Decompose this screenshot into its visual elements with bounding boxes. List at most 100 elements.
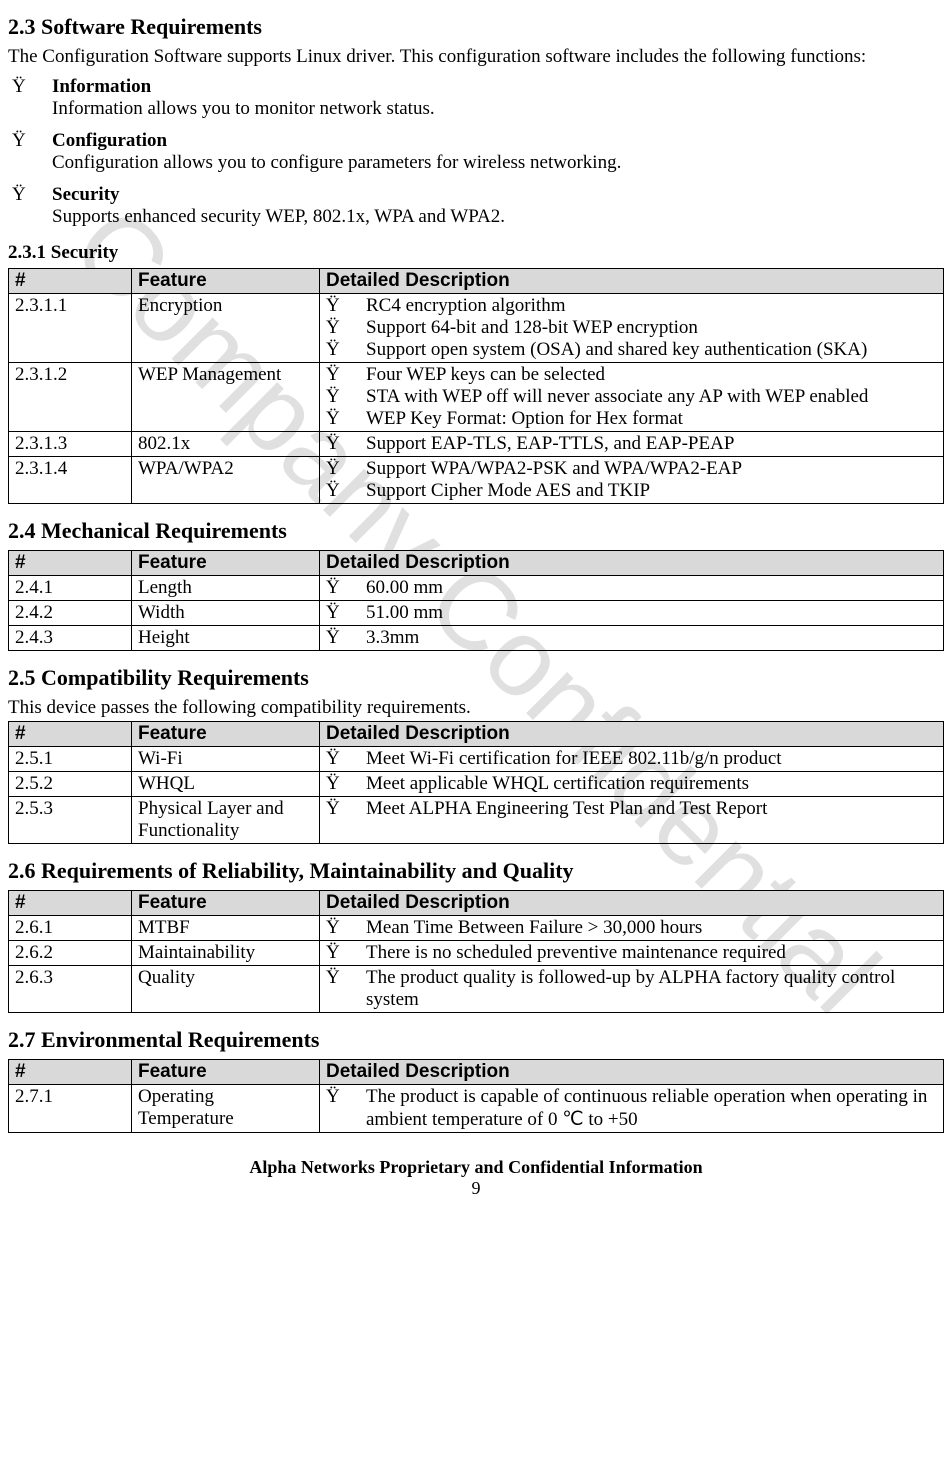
list-item: ŸThere is no scheduled preventive mainte… — [326, 942, 937, 964]
list-item-text: The product is capable of continuous rel… — [366, 1086, 937, 1131]
list-item-text: STA with WEP off will never associate an… — [366, 386, 937, 408]
cell-id: 2.5.3 — [9, 797, 132, 844]
cell-description: ŸFour WEP keys can be selectedŸSTA with … — [320, 363, 944, 432]
feature-item: Ÿ Configuration Configuration allows you… — [8, 130, 944, 174]
col-header: # — [9, 1060, 132, 1085]
feature-list: Ÿ Information Information allows you to … — [8, 76, 944, 228]
list-item: ŸMeet Wi-Fi certification for IEEE 802.1… — [326, 748, 937, 770]
cell-feature: Physical Layer and Functionality — [132, 797, 320, 844]
table-body: 2.6.1MTBFŸMean Time Between Failure > 30… — [9, 916, 944, 1013]
col-header: Detailed Description — [320, 551, 944, 576]
cell-id: 2.4.3 — [9, 626, 132, 651]
list-item: Ÿ3.3mm — [326, 627, 937, 649]
table-row: 2.4.1LengthŸ60.00 mm — [9, 576, 944, 601]
cell-feature: Width — [132, 601, 320, 626]
feature-desc: Configuration allows you to configure pa… — [52, 152, 944, 174]
col-header: Detailed Description — [320, 891, 944, 916]
cell-feature: 802.1x — [132, 432, 320, 457]
section-2-3-1-title: 2.3.1 Security — [8, 242, 944, 264]
list-item: ŸFour WEP keys can be selected — [326, 364, 937, 386]
page-content: 2.3 Software Requirements The Configurat… — [8, 14, 944, 1199]
section-2-3-intro: The Configuration Software supports Linu… — [8, 46, 944, 68]
col-header: Feature — [132, 551, 320, 576]
cell-feature: Quality — [132, 966, 320, 1013]
cell-description: ŸThere is no scheduled preventive mainte… — [320, 941, 944, 966]
list-item: ŸThe product is capable of continuous re… — [326, 1086, 937, 1131]
reliability-table: # Feature Detailed Description 2.6.1MTBF… — [8, 890, 944, 1013]
bullet-icon: Ÿ — [326, 364, 366, 386]
bullet-icon: Ÿ — [326, 317, 366, 339]
table-row: 2.6.1MTBFŸMean Time Between Failure > 30… — [9, 916, 944, 941]
list-item-text: Four WEP keys can be selected — [366, 364, 937, 386]
cell-id: 2.3.1.2 — [9, 363, 132, 432]
table-row: 2.3.1.4WPA/WPA2ŸSupport WPA/WPA2-PSK and… — [9, 457, 944, 504]
table-row: 2.6.2MaintainabilityŸThere is no schedul… — [9, 941, 944, 966]
bullet-icon: Ÿ — [326, 748, 366, 770]
section-2-3-title: 2.3 Software Requirements — [8, 14, 944, 40]
list-item-text: Support Cipher Mode AES and TKIP — [366, 480, 937, 502]
feature-title: Information — [52, 76, 944, 98]
table-body: 2.7.1Operating TemperatureŸThe product i… — [9, 1085, 944, 1133]
bullet-icon: Ÿ — [326, 1086, 366, 1131]
cell-feature: Encryption — [132, 294, 320, 363]
bullet-icon: Ÿ — [326, 386, 366, 408]
table-body: 2.4.1LengthŸ60.00 mm2.4.2WidthŸ51.00 mm2… — [9, 576, 944, 651]
cell-feature: WEP Management — [132, 363, 320, 432]
cell-id: 2.4.2 — [9, 601, 132, 626]
cell-feature: WPA/WPA2 — [132, 457, 320, 504]
cell-description: Ÿ3.3mm — [320, 626, 944, 651]
bullet-icon: Ÿ — [326, 627, 366, 649]
list-item: ŸSupport WPA/WPA2-PSK and WPA/WPA2-EAP — [326, 458, 937, 480]
list-item: ŸWEP Key Format: Option for Hex format — [326, 408, 937, 430]
col-header: Detailed Description — [320, 722, 944, 747]
list-item-text: Support WPA/WPA2-PSK and WPA/WPA2-EAP — [366, 458, 937, 480]
list-item-text: Meet ALPHA Engineering Test Plan and Tes… — [366, 798, 937, 820]
table-header-row: # Feature Detailed Description — [9, 551, 944, 576]
list-item: ŸSupport open system (OSA) and shared ke… — [326, 339, 937, 361]
footer-text: Alpha Networks Proprietary and Confident… — [8, 1157, 944, 1178]
cell-id: 2.6.3 — [9, 966, 132, 1013]
table-row: 2.5.1Wi-FiŸMeet Wi-Fi certification for … — [9, 747, 944, 772]
cell-description: ŸMeet Wi-Fi certification for IEEE 802.1… — [320, 747, 944, 772]
list-item-text: RC4 encryption algorithm — [366, 295, 937, 317]
col-header: Feature — [132, 269, 320, 294]
env-table: # Feature Detailed Description 2.7.1Oper… — [8, 1059, 944, 1133]
feature-title: Security — [52, 184, 944, 206]
cell-feature: WHQL — [132, 772, 320, 797]
list-item: Ÿ51.00 mm — [326, 602, 937, 624]
section-2-4-title: 2.4 Mechanical Requirements — [8, 518, 944, 544]
bullet-icon: Ÿ — [8, 130, 52, 174]
bullet-icon: Ÿ — [326, 408, 366, 430]
bullet-icon: Ÿ — [326, 602, 366, 624]
col-header: Feature — [132, 1060, 320, 1085]
feature-item: Ÿ Security Supports enhanced security WE… — [8, 184, 944, 228]
bullet-icon: Ÿ — [326, 577, 366, 599]
cell-id: 2.6.1 — [9, 916, 132, 941]
cell-id: 2.3.1.1 — [9, 294, 132, 363]
table-row: 2.3.1.1Encryption ŸRC4 encryption algorit… — [9, 294, 944, 363]
list-item-text: 60.00 mm — [366, 577, 937, 599]
table-row: 2.7.1Operating TemperatureŸThe product i… — [9, 1085, 944, 1133]
list-item: Ÿ60.00 mm — [326, 577, 937, 599]
cell-id: 2.7.1 — [9, 1085, 132, 1133]
list-item-text: Mean Time Between Failure > 30,000 hours — [366, 917, 937, 939]
feature-title: Configuration — [52, 130, 944, 152]
feature-item: Ÿ Information Information allows you to … — [8, 76, 944, 120]
cell-description: ŸSupport EAP-TLS, EAP-TTLS, and EAP-PEAP — [320, 432, 944, 457]
table-row: 2.5.2WHQLŸMeet applicable WHQL certifica… — [9, 772, 944, 797]
table-row: 2.5.3Physical Layer and FunctionalityŸMe… — [9, 797, 944, 844]
bullet-icon: Ÿ — [8, 76, 52, 120]
table-header-row: # Feature Detailed Description — [9, 891, 944, 916]
list-item: ŸRC4 encryption algorithm — [326, 295, 937, 317]
list-item-text: Meet Wi-Fi certification for IEEE 802.11… — [366, 748, 937, 770]
bullet-icon: Ÿ — [326, 433, 366, 455]
table-row: 2.4.3HeightŸ3.3mm — [9, 626, 944, 651]
bullet-icon: Ÿ — [326, 967, 366, 1011]
mechanical-table: # Feature Detailed Description 2.4.1Leng… — [8, 550, 944, 651]
cell-id: 2.5.1 — [9, 747, 132, 772]
page-number: 9 — [8, 1178, 944, 1199]
cell-feature: Operating Temperature — [132, 1085, 320, 1133]
table-header-row: # Feature Detailed Description — [9, 1060, 944, 1085]
cell-description: ŸMeet ALPHA Engineering Test Plan and Te… — [320, 797, 944, 844]
list-item-text: Meet applicable WHQL certification requi… — [366, 773, 937, 795]
